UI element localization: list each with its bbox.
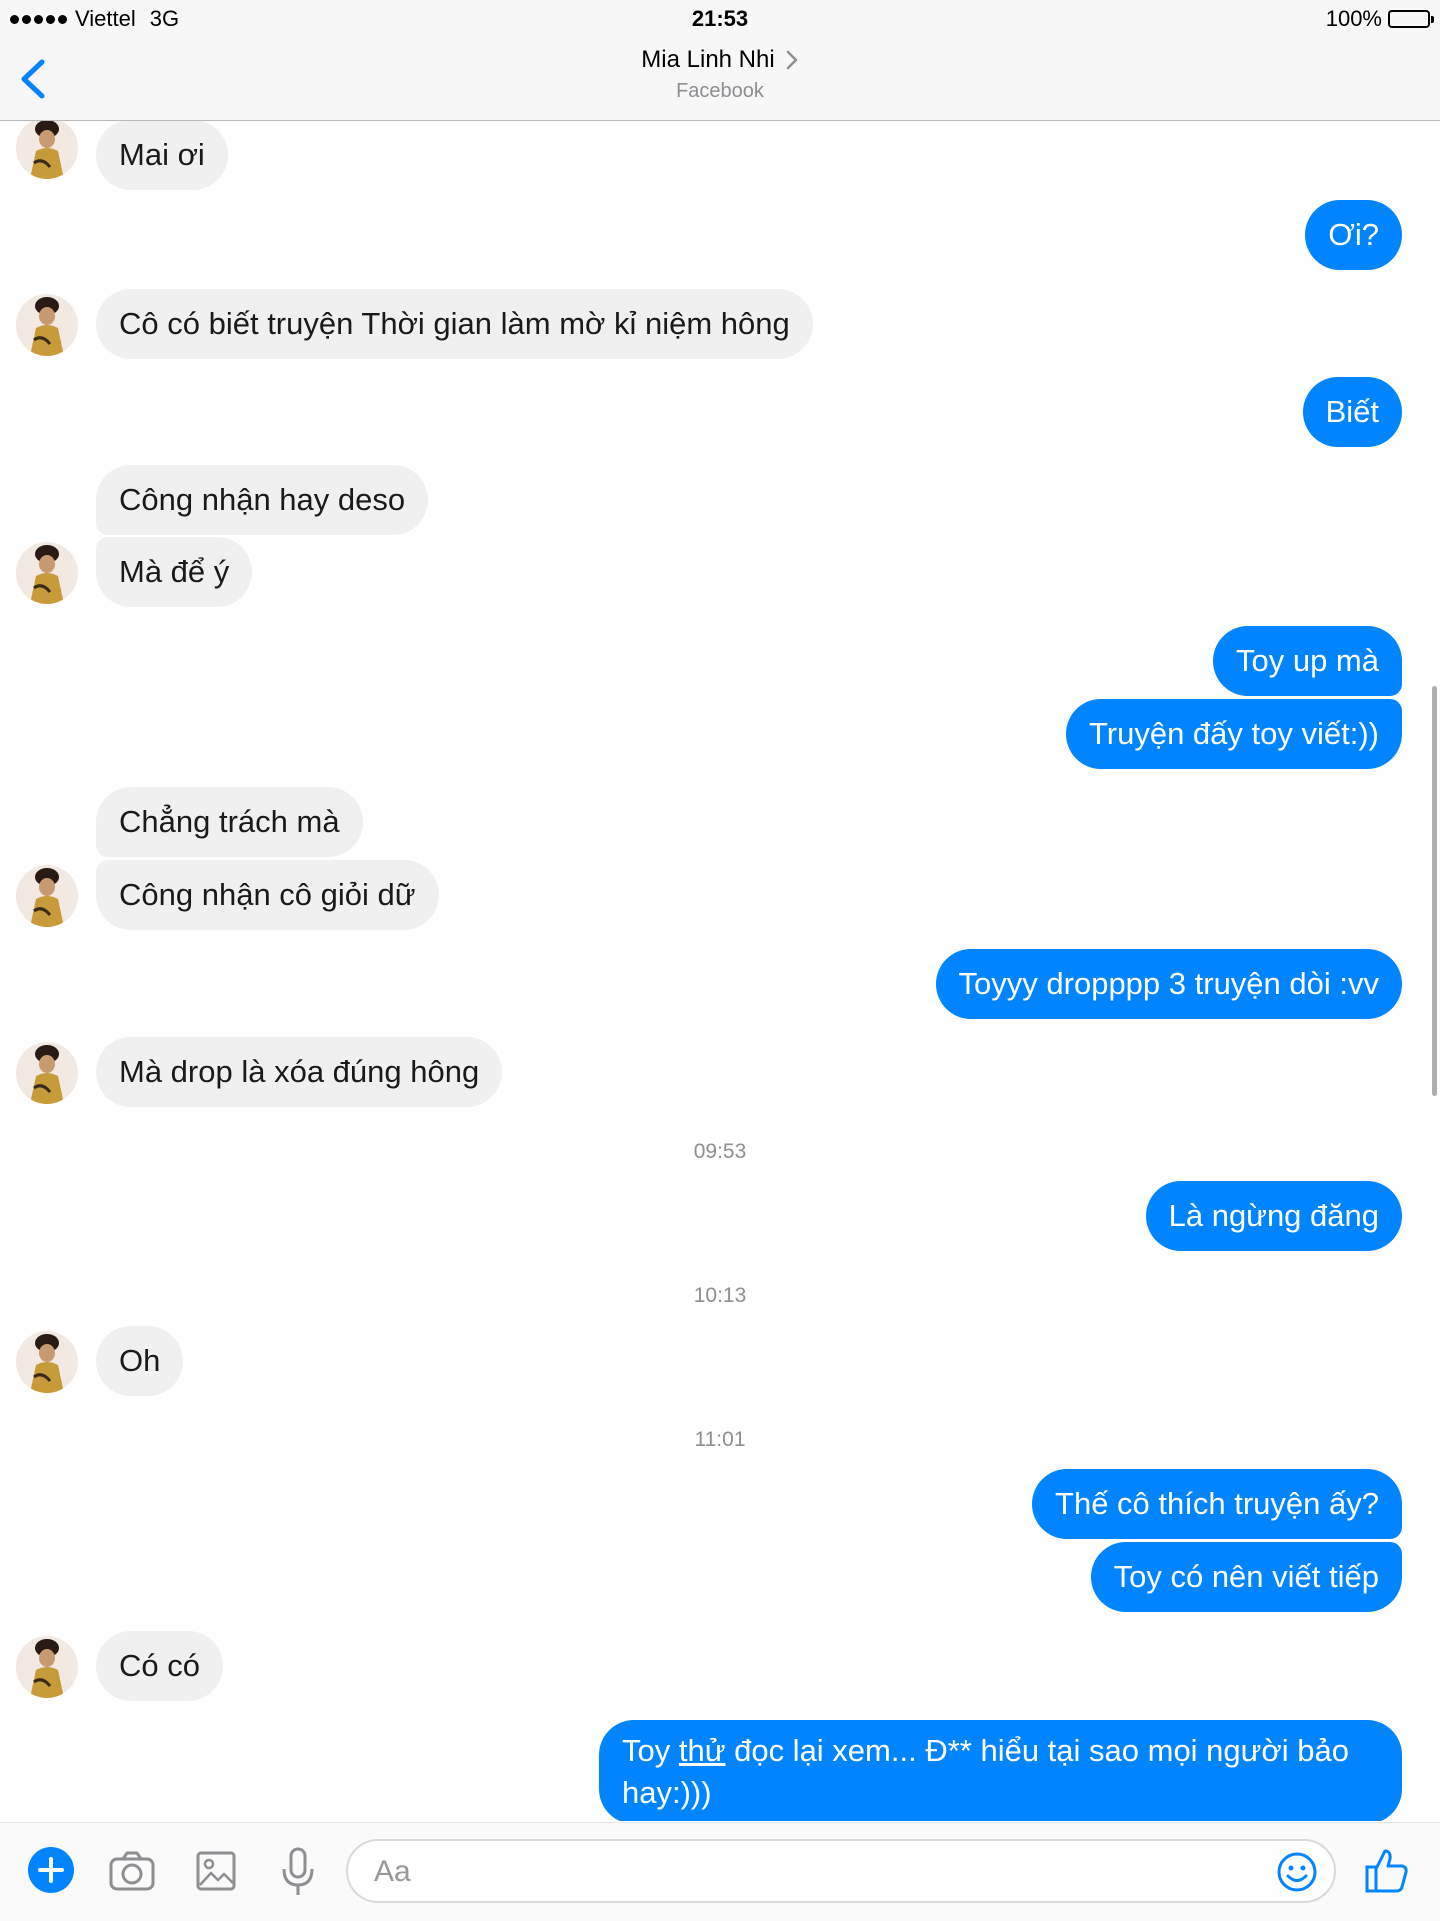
outgoing-message[interactable]: Toyyy dropppp 3 truyện dòi :vv	[935, 949, 1402, 1019]
conversation-subtitle: Facebook	[676, 80, 764, 102]
underlined-word: thử	[678, 1733, 726, 1768]
more-actions-button[interactable]	[26, 1845, 76, 1895]
outgoing-message[interactable]: Toy thử đọc lại xem... Đ** hiểu tại sao …	[599, 1720, 1402, 1821]
contact-avatar[interactable]	[16, 1636, 78, 1698]
battery-percent: 100%	[1325, 6, 1382, 31]
composer-bar	[0, 1822, 1440, 1921]
outgoing-message[interactable]: Toy up mà	[1212, 626, 1402, 696]
incoming-message[interactable]: Chẳng trách mà	[96, 787, 363, 857]
timestamp: 09:53	[693, 1140, 747, 1163]
smiley-icon	[1277, 1852, 1317, 1892]
incoming-message[interactable]: Cô có biết truyện Thời gian làm mờ kỉ ni…	[96, 289, 813, 359]
timestamp: 11:01	[694, 1428, 746, 1451]
incoming-message[interactable]: Mai ơi	[96, 121, 228, 190]
plus-circle-icon	[28, 1847, 74, 1893]
contact-avatar[interactable]	[16, 865, 78, 927]
outgoing-message[interactable]: Biết	[1302, 377, 1402, 447]
message-input[interactable]	[372, 1849, 1256, 1895]
microphone-icon	[282, 1847, 314, 1895]
chevron-right-icon	[786, 50, 797, 70]
voice-button[interactable]	[280, 1845, 316, 1895]
message-composer[interactable]	[346, 1839, 1336, 1903]
outgoing-message[interactable]: Thế cô thích truyện ấy?	[1032, 1469, 1402, 1539]
conversation-title[interactable]: Mia Linh Nhi	[641, 46, 798, 74]
like-button[interactable]	[1364, 1845, 1410, 1895]
contact-avatar[interactable]	[16, 1042, 78, 1104]
message-list[interactable]: Mai ơi Ơi? Cô có biết truyện Thời gian l…	[0, 121, 1440, 1821]
image-icon	[196, 1851, 236, 1891]
incoming-message[interactable]: Mà để ý	[96, 537, 253, 607]
camera-icon	[109, 1851, 155, 1891]
contact-avatar[interactable]	[16, 121, 78, 179]
gallery-button[interactable]	[195, 1845, 237, 1895]
contact-avatar[interactable]	[16, 542, 78, 604]
emoji-button[interactable]	[1276, 1851, 1318, 1893]
contact-avatar[interactable]	[16, 1331, 78, 1393]
scrollbar[interactable]	[1432, 686, 1437, 1096]
battery-icon	[1388, 10, 1434, 28]
conversation-header: Mia Linh Nhi Facebook	[0, 38, 1440, 121]
incoming-message[interactable]: Oh	[96, 1326, 184, 1396]
outgoing-message[interactable]: Là ngừng đăng	[1145, 1181, 1402, 1251]
contact-avatar[interactable]	[16, 294, 78, 356]
incoming-message[interactable]: Có có	[96, 1631, 223, 1701]
outgoing-message[interactable]: Ơi?	[1305, 200, 1402, 270]
incoming-message[interactable]: Công nhận hay deso	[96, 465, 429, 535]
conversation-title-area[interactable]: Mia Linh Nhi Facebook	[0, 46, 1440, 103]
camera-button[interactable]	[108, 1845, 156, 1895]
timestamp: 10:13	[693, 1284, 747, 1307]
outgoing-message[interactable]: Toy có nên viết tiếp	[1090, 1542, 1402, 1612]
outgoing-message[interactable]: Truyện đấy toy viết:))	[1065, 699, 1402, 769]
thumbs-up-icon	[1365, 1849, 1408, 1893]
message-text: đọc lại xem... Đ** hiểu tại sao mọi ngườ…	[622, 1733, 1349, 1810]
contact-name: Mia Linh Nhi	[641, 46, 775, 73]
incoming-message[interactable]: Công nhận cô giỏi dữ	[96, 860, 439, 930]
status-bar: Viettel 3G 21:53 100%	[0, 0, 1440, 38]
message-text: Toy	[622, 1733, 679, 1768]
status-time: 21:53	[691, 6, 749, 31]
battery-group: 100%	[1325, 6, 1434, 32]
incoming-message[interactable]: Mà drop là xóa đúng hông	[96, 1037, 503, 1107]
